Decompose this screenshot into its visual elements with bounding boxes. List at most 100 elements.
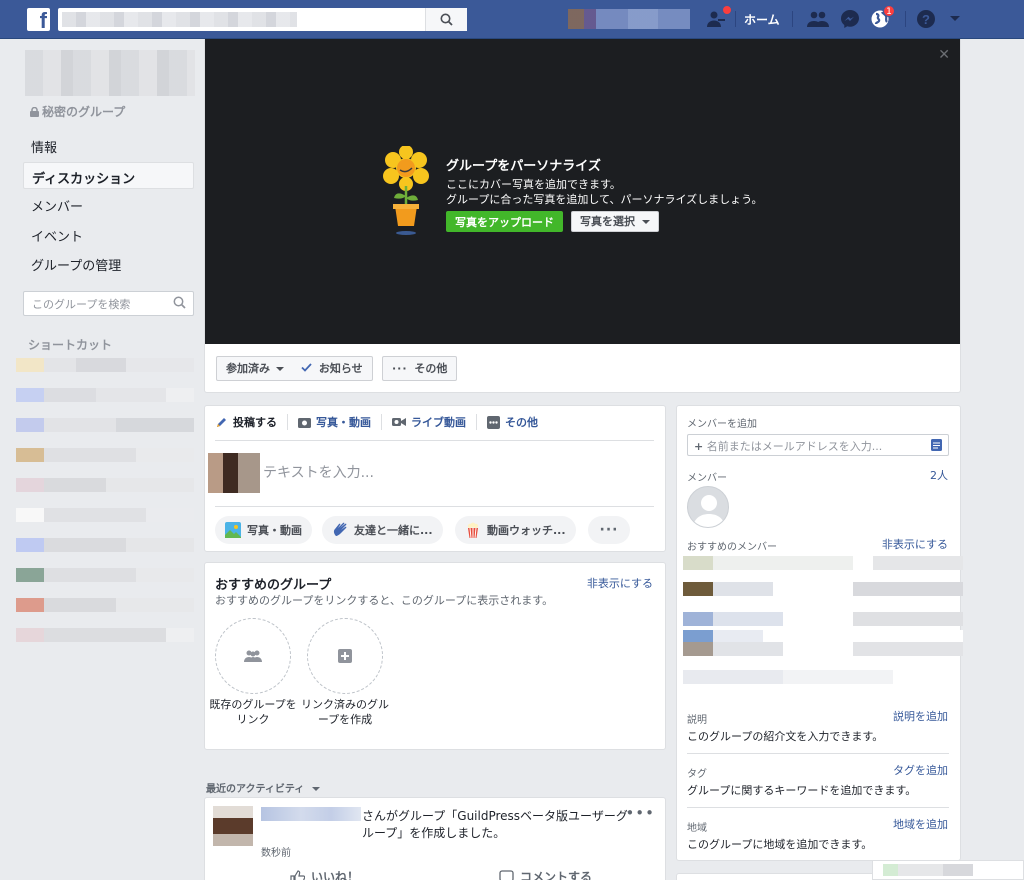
members-count-link[interactable]: 2人 xyxy=(930,467,948,483)
sidebar-item-manage-group[interactable]: グループの管理 xyxy=(23,250,194,277)
post-timestamp[interactable]: 数秒前 xyxy=(261,844,291,859)
shortcut-item-blurred[interactable] xyxy=(16,508,194,522)
tag-friends-action-button[interactable]: 友達と一緒に... xyxy=(322,516,443,544)
search-button[interactable] xyxy=(425,8,467,31)
personalize-description: ここにカバー写真を追加できます。 グループに合った写真を追加して、パーソナライズ… xyxy=(446,177,762,207)
top-bar: f ホーム 1 ? xyxy=(0,0,1024,39)
tab-photo-video[interactable]: 写真・動画 xyxy=(288,414,382,430)
group-privacy-label: 秘密のグループ xyxy=(30,103,125,120)
tab-more[interactable]: その他 xyxy=(477,414,548,430)
pencil-icon xyxy=(217,417,226,427)
suggested-groups-card: おすすめのグループ 非表示にする おすすめのグループをリンクすると、このグループ… xyxy=(204,562,666,750)
facebook-logo-icon[interactable]: f xyxy=(27,8,50,31)
sidebar-item-members[interactable]: メンバー xyxy=(23,191,194,218)
suggested-groups-title: おすすめのグループ xyxy=(215,578,332,593)
notifications-button[interactable]: お知らせ xyxy=(292,356,373,381)
ellipsis-icon: ··· xyxy=(392,362,408,375)
link-existing-group-label[interactable]: 既存のグループをリンク xyxy=(208,697,298,727)
photo-video-action-button[interactable]: 写真・動画 xyxy=(215,516,312,544)
video-camera-icon xyxy=(392,418,406,426)
comment-button[interactable]: コメントする xyxy=(499,868,592,880)
create-linked-group-button[interactable] xyxy=(307,618,383,694)
shortcut-item-blurred[interactable] xyxy=(16,568,194,582)
thumbs-up-icon xyxy=(290,869,305,880)
add-member-input[interactable]: + 名前またはメールアドレスを入力... xyxy=(687,434,949,456)
shortcut-item-blurred[interactable] xyxy=(16,478,194,492)
suggested-groups-description: おすすめのグループをリンクすると、このグループに表示されます。 xyxy=(215,594,554,607)
activity-post: さんがグループ「GuildPressベータ版ユーザーグループ」を作成しました。 … xyxy=(204,797,666,880)
shortcut-item-blurred[interactable] xyxy=(16,628,194,642)
group-search-input[interactable]: このグループを検索 xyxy=(23,291,194,316)
about-label: 説明 xyxy=(687,715,707,726)
post-author-name-blurred[interactable] xyxy=(261,807,361,821)
add-location-link[interactable]: 地域を追加 xyxy=(893,816,948,832)
svg-text:?: ? xyxy=(922,12,930,27)
profile-link-blurred[interactable] xyxy=(568,9,690,29)
contact-book-icon[interactable] xyxy=(931,439,942,451)
location-text: このグループに地域を追加できます。 xyxy=(687,838,873,851)
ellipsis-icon: ··· xyxy=(599,522,619,538)
close-icon[interactable]: ✕ xyxy=(938,47,950,63)
post-text-input[interactable]: テキストを入力... xyxy=(263,462,374,482)
recent-activity-filter[interactable]: 最近のアクティビティ xyxy=(206,780,320,795)
messenger-icon[interactable] xyxy=(839,9,861,29)
recommended-member-blurred[interactable] xyxy=(683,612,963,626)
account-menu-chevron-down-icon[interactable] xyxy=(944,9,966,29)
suggested-groups-hide-link[interactable]: 非表示にする xyxy=(587,575,653,591)
chevron-down-icon xyxy=(275,367,284,371)
sidebar-item-discussion[interactable]: ディスカッション xyxy=(23,162,194,189)
comment-icon xyxy=(499,869,514,880)
create-linked-group-label[interactable]: リンク済みのグループを作成 xyxy=(300,697,390,727)
divider xyxy=(687,753,949,754)
shortcut-item-blurred[interactable] xyxy=(16,358,194,372)
home-link[interactable]: ホーム xyxy=(744,11,780,28)
recommended-hide-link[interactable]: 非表示にする xyxy=(882,536,948,552)
find-friends-icon[interactable] xyxy=(807,9,829,29)
tab-label: 投稿する xyxy=(233,416,277,429)
post-options-ellipsis-icon[interactable]: ••• xyxy=(625,804,655,822)
shortcut-item-blurred[interactable] xyxy=(16,448,194,462)
comment-label: コメントする xyxy=(520,870,593,880)
activity-post-text: さんがグループ「GuildPressベータ版ユーザーグループ」を作成しました。 xyxy=(362,808,632,842)
global-search-input[interactable] xyxy=(58,8,467,31)
recommended-member-blurred[interactable] xyxy=(683,556,963,570)
add-tags-link[interactable]: タグを追加 xyxy=(893,762,948,778)
help-icon[interactable]: ? xyxy=(915,9,937,29)
select-photo-button[interactable]: 写真を選択 xyxy=(571,211,659,232)
member-avatar[interactable] xyxy=(687,486,729,528)
flower-pot-illustration-icon xyxy=(383,146,429,235)
group-name-blurred[interactable] xyxy=(25,50,195,96)
plus-box-icon xyxy=(338,649,352,663)
action-label: 写真・動画 xyxy=(247,524,302,537)
more-actions-button[interactable]: ··· xyxy=(588,516,630,544)
joined-button[interactable]: 参加済み xyxy=(216,356,294,381)
watch-party-action-button[interactable]: 動画ウォッチ... xyxy=(455,516,576,544)
sidebar-item-about[interactable]: 情報 xyxy=(23,132,194,159)
chevron-down-icon xyxy=(641,220,650,224)
add-member-placeholder: 名前またはメールアドレスを入力... xyxy=(706,440,883,453)
shortcut-item-blurred[interactable] xyxy=(16,598,194,612)
divider xyxy=(687,807,949,808)
camera-icon xyxy=(298,417,311,428)
shortcut-item-blurred[interactable] xyxy=(16,418,194,432)
recommended-member-blurred[interactable] xyxy=(683,582,963,596)
tab-create-post[interactable]: 投稿する xyxy=(215,414,288,430)
chat-tab-blurred[interactable] xyxy=(872,860,1024,880)
shortcut-item-blurred[interactable] xyxy=(16,538,194,552)
recommended-member-blurred[interactable] xyxy=(683,670,893,684)
tab-live-video[interactable]: ライブ動画 xyxy=(382,414,477,430)
more-options-button[interactable]: ··· その他 xyxy=(382,356,458,381)
like-button[interactable]: いいね！ xyxy=(290,868,359,880)
add-description-link[interactable]: 説明を追加 xyxy=(893,708,948,724)
avatar[interactable] xyxy=(213,806,253,846)
link-existing-group-button[interactable] xyxy=(215,618,291,694)
shortcut-item-blurred[interactable] xyxy=(16,388,194,402)
tags-text: グループに関するキーワードを追加できます。 xyxy=(687,784,917,797)
action-label: 友達と一緒に... xyxy=(354,524,433,537)
tags-label: タグ xyxy=(687,769,707,780)
recommended-member-blurred[interactable] xyxy=(683,642,963,656)
plus-icon: + xyxy=(694,440,704,453)
popcorn-icon xyxy=(467,522,479,538)
sidebar-item-events[interactable]: イベント xyxy=(23,221,194,248)
upload-photo-button[interactable]: 写真をアップロード xyxy=(446,211,563,232)
